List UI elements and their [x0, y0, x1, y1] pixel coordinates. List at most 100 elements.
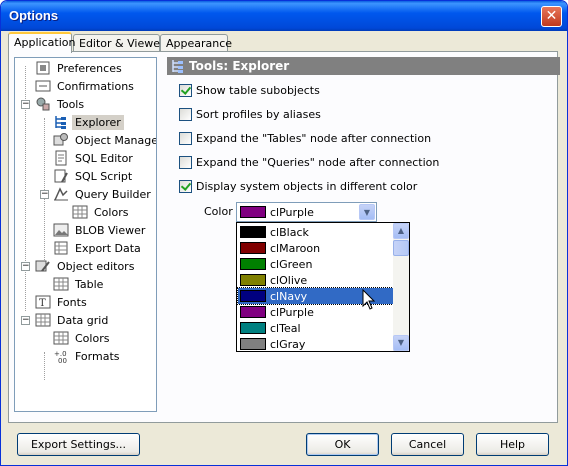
mouse-cursor-icon [362, 289, 376, 310]
color-select-value: clPurple [270, 205, 314, 219]
collapse-icon[interactable]: − [21, 262, 30, 271]
tree-item-label: BLOB Viewer [75, 223, 146, 237]
tree-item-sql-script[interactable]: SQL Script [53, 167, 135, 185]
sql-editor-icon [53, 150, 69, 166]
color-option-label: clGreen [270, 257, 313, 271]
tree-item-table[interactable]: Table [53, 275, 106, 293]
color-option-clolive[interactable]: clOlive [238, 272, 393, 288]
confirmations-icon [35, 78, 51, 94]
tree-item-tools[interactable]: Tools [35, 95, 87, 113]
tree-item-explorer[interactable]: Explorer [53, 113, 124, 131]
chevron-down-icon[interactable]: ▼ [359, 204, 375, 220]
options-tree[interactable]: Preferences Confirmations − Tools Explor… [14, 57, 157, 412]
tree-item-label: Colors [75, 331, 110, 345]
tree-item-blob-viewer[interactable]: BLOB Viewer [53, 221, 148, 239]
tree-item-label: Colors [94, 205, 129, 219]
tree-item-query-builder[interactable]: Query Builder [53, 185, 154, 203]
close-icon[interactable]: ✕ [541, 6, 562, 27]
checkbox-label: Sort profiles by aliases [196, 107, 321, 121]
tree-item-export-data[interactable]: Export Data [53, 239, 144, 257]
title-bar[interactable]: Options ✕ [1, 1, 567, 31]
cancel-button[interactable]: Cancel [391, 433, 464, 456]
checkbox-box[interactable] [179, 131, 192, 145]
data-grid-icon [35, 312, 51, 328]
checkbox-box[interactable] [179, 155, 192, 169]
tree-item-label: Data grid [57, 313, 109, 327]
tree-item-object-editors[interactable]: Object editors [35, 257, 137, 275]
collapse-icon[interactable]: − [21, 100, 30, 109]
tab-application[interactable]: Application [8, 32, 75, 53]
scrollbar-thumb[interactable] [393, 240, 409, 256]
window-title: Options [9, 8, 59, 23]
tree-item-confirmations[interactable]: Confirmations [35, 77, 137, 95]
help-button[interactable]: Help [476, 433, 549, 456]
tree-item-sql-editor[interactable]: SQL Editor [53, 149, 136, 167]
checkbox-box[interactable] [179, 179, 192, 193]
color-option-clgreen[interactable]: clGreen [238, 256, 393, 272]
svg-text:T: T [39, 298, 46, 309]
tree-item-label: Tools [57, 97, 85, 111]
sort-profiles-checkbox[interactable]: Sort profiles by aliases [179, 105, 321, 123]
panel-title: Tools: Explorer [189, 59, 290, 73]
tree-item-label: Explorer [72, 114, 124, 130]
color-option-label: clMaroon [270, 241, 321, 255]
color-swatch [240, 274, 266, 286]
show-table-subobjects-checkbox[interactable]: Show table subobjects [179, 81, 320, 99]
color-swatch [240, 206, 266, 218]
object-editors-icon [35, 258, 51, 274]
tools-icon [35, 96, 51, 112]
tree-item-data-grid[interactable]: Data grid [35, 311, 111, 329]
color-select[interactable]: clPurple ▼ [236, 202, 377, 222]
export-settings-button[interactable]: Export Settings... [17, 433, 140, 456]
color-option-clmaroon[interactable]: clMaroon [238, 240, 393, 256]
tree-item-label: Preferences [57, 61, 122, 75]
options-dialog: Options ✕ Application Editor & Viewers A… [0, 0, 568, 466]
color-swatch [240, 258, 266, 270]
svg-text:00: 00 [58, 357, 67, 364]
scroll-up-icon[interactable]: ▲ [393, 223, 409, 239]
tree-item-grid-colors[interactable]: Colors [53, 329, 112, 347]
color-option-clgray[interactable]: clGray [238, 336, 393, 352]
preferences-icon [35, 60, 51, 76]
checkbox-label: Display system objects in different colo… [196, 179, 418, 193]
collapse-icon[interactable]: − [40, 190, 49, 199]
tree-item-fonts[interactable]: T Fonts [35, 293, 90, 311]
color-option-label: clNavy [270, 289, 308, 303]
tree-item-qb-colors[interactable]: Colors [72, 203, 131, 221]
dropdown-scrollbar[interactable]: ▲ ▼ [393, 223, 409, 351]
grid-icon [53, 330, 69, 346]
tree-item-formats[interactable]: +.0 00 Formats [53, 347, 123, 366]
checkbox-box[interactable] [179, 83, 192, 97]
tree-item-label: Object editors [57, 259, 135, 273]
expand-tables-checkbox[interactable]: Expand the "Tables" node after connectio… [179, 129, 431, 147]
query-builder-icon [53, 186, 69, 202]
button-label: Help [499, 438, 526, 451]
tree-item-preferences[interactable]: Preferences [35, 59, 125, 77]
explorer-icon [170, 58, 186, 74]
tab-appearance[interactable]: Appearance [160, 34, 232, 52]
tree-item-label: SQL Editor [75, 151, 133, 165]
scroll-down-icon[interactable]: ▼ [393, 335, 409, 351]
blob-viewer-icon [53, 222, 69, 238]
export-data-icon [53, 240, 69, 256]
color-dropdown-list[interactable]: clBlack clMaroon clGreen clOlive clNavy … [236, 222, 410, 352]
color-option-clblack[interactable]: clBlack [238, 224, 393, 240]
color-option-clteal[interactable]: clTeal [238, 320, 393, 336]
expand-queries-checkbox[interactable]: Expand the "Queries" node after connecti… [179, 153, 439, 171]
tab-editor-viewers[interactable]: Editor & Viewers [73, 34, 170, 52]
collapse-icon[interactable]: − [21, 316, 30, 325]
object-manager-icon [53, 132, 69, 148]
color-option-label: clTeal [270, 321, 301, 335]
checkbox-label: Expand the "Tables" node after connectio… [196, 131, 432, 145]
tree-line [44, 352, 45, 380]
color-option-label: clPurple [270, 305, 314, 319]
checkbox-box[interactable] [179, 107, 192, 121]
formats-icon: +.0 00 [53, 348, 69, 365]
tree-item-object-manager[interactable]: Object Manager [53, 131, 156, 149]
color-swatch [240, 290, 266, 302]
tree-item-label: Confirmations [57, 79, 134, 93]
color-swatch [240, 226, 266, 238]
display-system-objects-checkbox[interactable]: Display system objects in different colo… [179, 177, 417, 195]
panel-header: Tools: Explorer [167, 57, 560, 75]
ok-button[interactable]: OK [306, 433, 379, 456]
